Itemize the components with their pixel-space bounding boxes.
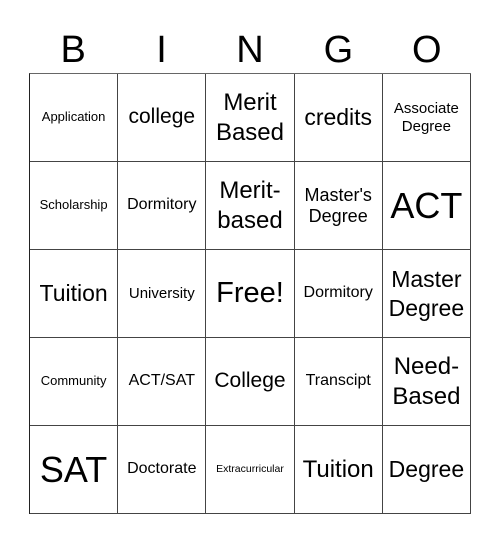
bingo-cell[interactable]: Application (30, 74, 119, 162)
bingo-cell[interactable]: College (206, 338, 295, 426)
bingo-cell[interactable]: ACT (382, 162, 471, 250)
header-letter-g: G (323, 29, 354, 71)
header-letter-b: B (60, 29, 86, 71)
bingo-cell[interactable]: Transcipt (294, 338, 383, 426)
bingo-cell[interactable]: Doctorate (118, 426, 207, 514)
bingo-cell[interactable]: ACT/SAT (118, 338, 207, 426)
bingo-grid: Application college Merit Based credits … (29, 73, 471, 514)
bingo-cell[interactable]: Tuition (294, 426, 383, 514)
bingo-cell[interactable]: Tuition (30, 250, 119, 338)
bingo-cell[interactable]: Community (30, 338, 119, 426)
bingo-cell[interactable]: Merit Based (206, 74, 295, 162)
bingo-cell-free[interactable]: Free! (206, 250, 295, 338)
bingo-header: B I N G O (29, 28, 471, 73)
bingo-cell[interactable]: Need-Based (382, 338, 471, 426)
bingo-cell[interactable]: University (118, 250, 207, 338)
bingo-cell[interactable]: college (118, 74, 207, 162)
bingo-cell[interactable]: Associate Degree (382, 74, 471, 162)
bingo-cell[interactable]: Master Degree (382, 250, 471, 338)
bingo-cell[interactable]: Master's Degree (294, 162, 383, 250)
header-letter-o: O (411, 29, 442, 71)
bingo-cell[interactable]: Dormitory (294, 250, 383, 338)
header-letter-i: I (156, 29, 167, 71)
bingo-cell[interactable]: Dormitory (118, 162, 207, 250)
bingo-cell[interactable]: Degree (382, 426, 471, 514)
header-letter-n: N (236, 29, 264, 71)
bingo-cell[interactable]: Extracurricular (206, 426, 295, 514)
bingo-cell[interactable]: Scholarship (30, 162, 119, 250)
bingo-cell[interactable]: Merit-based (206, 162, 295, 250)
bingo-cell[interactable]: SAT (30, 426, 119, 514)
bingo-cell[interactable]: credits (294, 74, 383, 162)
